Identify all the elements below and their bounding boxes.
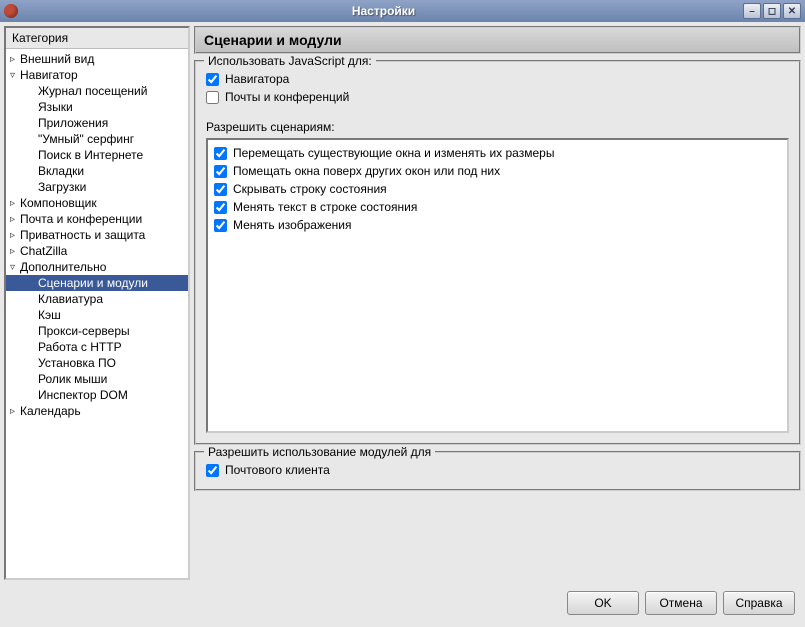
category-tree[interactable]: ▹Внешний вид▿НавигаторЖурнал посещенийЯз… <box>6 49 188 578</box>
tree-item[interactable]: Вкладки <box>6 163 188 179</box>
tree-item[interactable]: "Умный" серфинг <box>6 131 188 147</box>
plugin-enable-checkbox[interactable] <box>206 464 219 477</box>
tree-item-label: Языки <box>38 100 73 114</box>
app-icon <box>4 4 18 18</box>
tree-item-label: Приватность и защита <box>20 228 145 242</box>
tree-item-label: Прокси-серверы <box>38 324 130 338</box>
tree-item[interactable]: ▹Почта и конференции <box>6 211 188 227</box>
tree-item-label: Журнал посещений <box>38 84 147 98</box>
tree-item[interactable]: ▿Дополнительно <box>6 259 188 275</box>
tree-item[interactable]: ▹Компоновщик <box>6 195 188 211</box>
tree-toggle-icon: ▹ <box>10 214 20 225</box>
tree-item[interactable]: Ролик мыши <box>6 371 188 387</box>
tree-item-label: Приложения <box>38 116 108 130</box>
tree-toggle-icon: ▹ <box>10 230 20 241</box>
script-perm-row[interactable]: Перемещать существующие окна и изменять … <box>214 144 781 162</box>
tree-item[interactable]: Приложения <box>6 115 188 131</box>
tree-item[interactable]: ▹Календарь <box>6 403 188 419</box>
tree-item[interactable]: Установка ПО <box>6 355 188 371</box>
tree-item[interactable]: ▹Приватность и защита <box>6 227 188 243</box>
script-perm-checkbox[interactable] <box>214 219 227 232</box>
titlebar: Настройки – ◻ ✕ <box>0 0 805 22</box>
tree-item[interactable]: ▿Навигатор <box>6 67 188 83</box>
tree-item[interactable]: Прокси-серверы <box>6 323 188 339</box>
script-perm-label: Перемещать существующие окна и изменять … <box>233 146 554 160</box>
tree-item-label: Установка ПО <box>38 356 116 370</box>
tree-item[interactable]: ▹ChatZilla <box>6 243 188 259</box>
tree-item[interactable]: ▹Внешний вид <box>6 51 188 67</box>
js-enable-row[interactable]: Почты и конференций <box>206 88 789 106</box>
script-perm-label: Скрывать строку состояния <box>233 182 387 196</box>
js-enable-label: Навигатора <box>225 72 289 86</box>
tree-item-label: Дополнительно <box>20 260 106 274</box>
main-panel: Сценарии и модули Использовать JavaScrip… <box>194 26 801 580</box>
javascript-groupbox: Использовать JavaScript для: НавигатораП… <box>194 60 801 445</box>
tree-item[interactable]: Инспектор DOM <box>6 387 188 403</box>
tree-item-label: "Умный" серфинг <box>38 132 134 146</box>
tree-item[interactable]: Кэш <box>6 307 188 323</box>
script-perm-checkbox[interactable] <box>214 201 227 214</box>
script-perm-checkbox[interactable] <box>214 183 227 196</box>
tree-toggle-icon: ▿ <box>10 70 20 81</box>
tree-item[interactable]: Языки <box>6 99 188 115</box>
ok-button[interactable]: OK <box>567 591 639 615</box>
tree-item-label: Почта и конференции <box>20 212 142 226</box>
tree-item[interactable]: Поиск в Интернете <box>6 147 188 163</box>
tree-item-label: Вкладки <box>38 164 84 178</box>
tree-item-label: Поиск в Интернете <box>38 148 143 162</box>
tree-toggle-icon: ▹ <box>10 198 20 209</box>
tree-item-label: ChatZilla <box>20 244 67 258</box>
tree-item-label: Сценарии и модули <box>38 276 148 290</box>
cancel-button[interactable]: Отмена <box>645 591 717 615</box>
tree-item[interactable]: Клавиатура <box>6 291 188 307</box>
plugins-groupbox: Разрешить использование модулей для Почт… <box>194 451 801 491</box>
javascript-groupbox-title: Использовать JavaScript для: <box>204 54 376 68</box>
panel-title: Сценарии и модули <box>194 26 801 54</box>
script-perm-label: Менять текст в строке состояния <box>233 200 417 214</box>
js-enable-row[interactable]: Навигатора <box>206 70 789 88</box>
script-perm-row[interactable]: Скрывать строку состояния <box>214 180 781 198</box>
script-perm-label: Менять изображения <box>233 218 352 232</box>
tree-item-label: Загрузки <box>38 180 86 194</box>
tree-item-label: Ролик мыши <box>38 372 107 386</box>
js-enable-label: Почты и конференций <box>225 90 349 104</box>
script-perm-row[interactable]: Менять изображения <box>214 216 781 234</box>
tree-item-label: Клавиатура <box>38 292 103 306</box>
tree-item-label: Компоновщик <box>20 196 97 210</box>
tree-item-label: Календарь <box>20 404 81 418</box>
tree-item-label: Внешний вид <box>20 52 94 66</box>
js-enable-checkbox[interactable] <box>206 91 219 104</box>
tree-item-label: Навигатор <box>20 68 78 82</box>
script-perm-row[interactable]: Помещать окна поверх других окон или под… <box>214 162 781 180</box>
tree-item[interactable]: Загрузки <box>6 179 188 195</box>
category-sidebar: Категория ▹Внешний вид▿НавигаторЖурнал п… <box>4 26 190 580</box>
tree-toggle-icon: ▹ <box>10 406 20 417</box>
script-perm-checkbox[interactable] <box>214 165 227 178</box>
tree-item-label: Инспектор DOM <box>38 388 128 402</box>
minimize-button[interactable]: – <box>743 3 761 19</box>
tree-item[interactable]: Сценарии и модули <box>6 275 188 291</box>
script-perm-label: Помещать окна поверх других окон или под… <box>233 164 500 178</box>
scripts-permissions-label: Разрешить сценариям: <box>206 120 789 134</box>
tree-item[interactable]: Журнал посещений <box>6 83 188 99</box>
tree-toggle-icon: ▿ <box>10 262 20 273</box>
plugin-enable-row[interactable]: Почтового клиента <box>206 461 789 479</box>
script-perm-checkbox[interactable] <box>214 147 227 160</box>
plugins-groupbox-title: Разрешить использование модулей для <box>204 445 435 459</box>
plugin-enable-label: Почтового клиента <box>225 463 330 477</box>
scripts-permissions-list[interactable]: Перемещать существующие окна и изменять … <box>206 138 789 433</box>
tree-item[interactable]: Работа с HTTP <box>6 339 188 355</box>
js-enable-checkbox[interactable] <box>206 73 219 86</box>
help-button[interactable]: Справка <box>723 591 795 615</box>
close-button[interactable]: ✕ <box>783 3 801 19</box>
tree-toggle-icon: ▹ <box>10 54 20 65</box>
maximize-button[interactable]: ◻ <box>763 3 781 19</box>
script-perm-row[interactable]: Менять текст в строке состояния <box>214 198 781 216</box>
sidebar-title: Категория <box>6 28 188 49</box>
dialog-button-bar: OK Отмена Справка <box>0 584 805 622</box>
tree-item-label: Работа с HTTP <box>38 340 122 354</box>
tree-item-label: Кэш <box>38 308 61 322</box>
tree-toggle-icon: ▹ <box>10 246 20 257</box>
window-title: Настройки <box>24 4 743 18</box>
